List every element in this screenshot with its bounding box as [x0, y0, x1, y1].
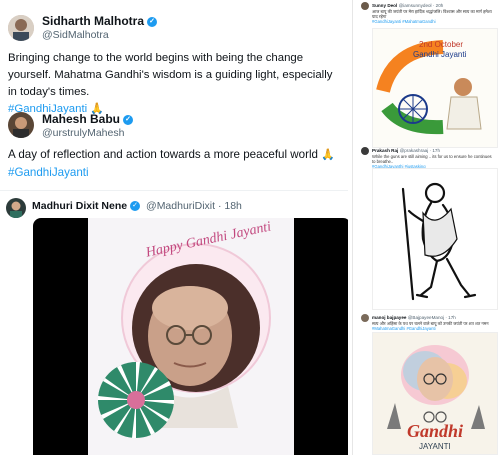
gandhi-jayanti-illustration: Happy Gandhi Jayanti — [98, 219, 273, 438]
tweet-sidharth[interactable]: Sidharth Malhotra ✓ @SidMalhotra Bringing… — [0, 8, 348, 115]
avatar[interactable] — [8, 15, 34, 41]
avatar[interactable] — [6, 198, 26, 218]
verified-badge-icon: ✓ — [123, 114, 134, 125]
gandhi-sketch-illustration — [401, 182, 477, 301]
tweet-madhuri[interactable]: Madhuri Dixit Nene✓ @MadhuriDixit · 18h — [0, 192, 348, 455]
avatar[interactable] — [8, 112, 34, 138]
post-image[interactable]: Gandhi JAYANTI — [372, 332, 498, 455]
user-handle[interactable]: @MadhuriDixit — [146, 200, 215, 212]
display-name[interactable]: manoj bajpayee — [372, 315, 406, 320]
avatar[interactable] — [361, 2, 369, 10]
post-text: सत्य और अहिंसा के पथ पर चलने वाले बापू क… — [372, 321, 496, 331]
post-image[interactable] — [372, 168, 498, 310]
hashtag-link[interactable]: #GandhiJayanti #MahatmaGandhi — [372, 19, 436, 24]
post-body: While the guns are still aiming .. its f… — [372, 154, 492, 164]
tweet-header: Madhuri Dixit Nene ✓ @MadhuriDixit · 18h — [32, 200, 242, 212]
poster-date: 2nd October — [419, 40, 463, 49]
divider — [0, 190, 348, 191]
display-name[interactable]: Sidharth Malhotra — [42, 14, 144, 28]
gandhi-jayanti-poster: 2nd October Gandhi Jayanti — [376, 40, 482, 135]
display-name[interactable]: Mahesh Babu — [42, 112, 120, 126]
display-name[interactable]: Sunny Deol — [372, 3, 397, 8]
hashtag-link[interactable]: #MahatmaGandhi #GandhiJayanti — [372, 326, 436, 331]
display-name[interactable]: Prakash Raj — [372, 148, 398, 153]
post-text: While the guns are still aiming .. its f… — [372, 154, 496, 169]
left-tweet-column: Sidharth Malhotra ✓ @SidMalhotra Bringing… — [0, 0, 348, 455]
user-handle[interactable]: @BajpayeeManoj · 17h — [408, 315, 456, 320]
user-handle[interactable]: @SidMalhotra — [42, 29, 109, 41]
post-text: आज बापू की जयंती पर मेरा हार्दिक श्रद्धा… — [372, 9, 496, 24]
tweet-body: A day of reflection and action towards a… — [8, 148, 318, 161]
timestamp[interactable]: · 18h — [218, 200, 242, 212]
display-name[interactable]: Madhuri Dixit Nene — [32, 200, 127, 212]
avatar[interactable] — [361, 314, 369, 322]
verified-badge-icon: ✓ — [147, 16, 158, 27]
tweet-body: Bringing change to the world begins with… — [8, 52, 333, 98]
tweet-text: A day of reflection and action towards a… — [8, 146, 343, 181]
post-sunny-deol[interactable]: Sunny Deol @iamsunnydeol · 20h आज बापू क… — [353, 0, 500, 148]
tweet-image[interactable]: Happy Gandhi Jayanti — [33, 218, 348, 455]
post-image[interactable]: 2nd October Gandhi Jayanti — [372, 28, 498, 148]
post-prakash-raj[interactable]: Prakash Raj @prakashraaj · 17h While the… — [353, 144, 500, 312]
verified-badge-icon: ✓ — [130, 201, 141, 212]
avatar[interactable] — [361, 147, 369, 155]
right-tweet-column: Sunny Deol @iamsunnydeol · 20h आज बापू क… — [352, 0, 500, 455]
user-handle[interactable]: @prakashraaj · 17h — [400, 148, 440, 153]
post-body: आज बापू की जयंती पर मेरा हार्दिक श्रद्धा… — [372, 9, 492, 19]
hashtag-link[interactable]: #GandhiJayanti — [8, 166, 89, 179]
gandhi-jayanti-watercolor: Gandhi JAYANTI — [387, 345, 485, 451]
user-handle[interactable]: @urstrulyMahesh — [42, 127, 124, 139]
folded-hands-emoji: 🙏 — [321, 149, 335, 161]
post-manoj-bajpayee[interactable]: manoj bajpayee @BajpayeeManoj · 17h सत्य… — [353, 312, 500, 455]
poster-title: Gandhi Jayanti — [413, 50, 467, 59]
poster-subtitle: JAYANTI — [419, 442, 451, 451]
user-handle[interactable]: @iamsunnydeol · 20h — [399, 3, 444, 8]
poster-title: Gandhi — [407, 421, 463, 441]
sunburst-decoration — [98, 362, 174, 438]
tweet-mahesh[interactable]: Mahesh Babu ✓ @urstrulyMahesh A day of re… — [0, 104, 348, 186]
greeting-card: Happy Gandhi Jayanti — [88, 218, 294, 455]
